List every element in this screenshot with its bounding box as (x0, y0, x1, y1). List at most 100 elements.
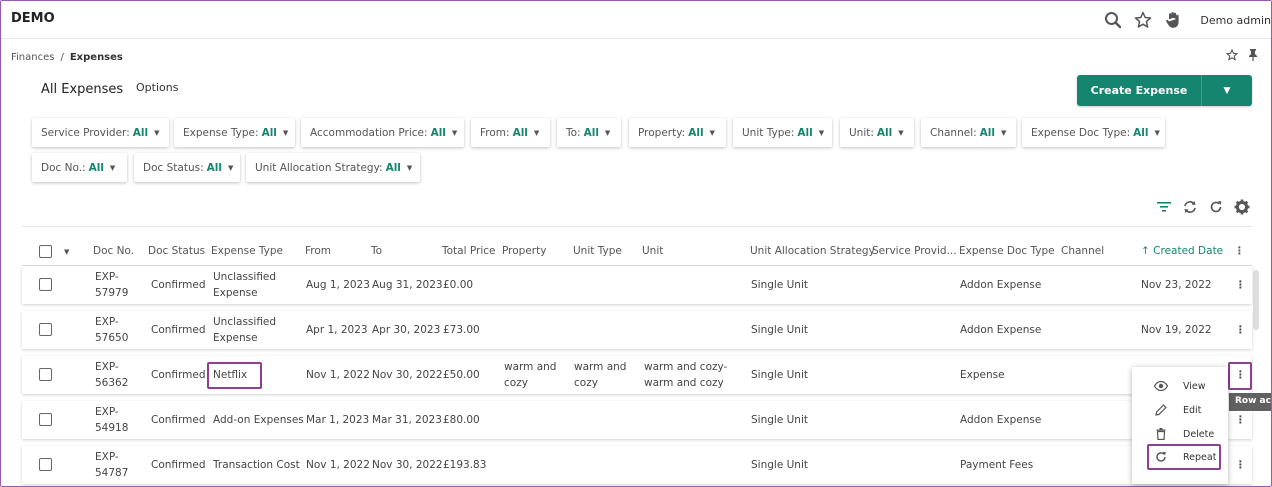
table-row[interactable]: EXP- 54787 Confirmed Transaction Cost Nov… (22, 446, 1252, 484)
trash-icon (1146, 428, 1176, 440)
unit-allocation-strategy: Single Unit (751, 414, 808, 426)
top-bar: DEMO Demo admin (1, 1, 1271, 39)
chevron-down-icon[interactable]: ▼ (64, 248, 69, 256)
favorite-star-icon[interactable] (1225, 48, 1239, 64)
filter-unit-allocation-strategy[interactable]: Unit Allocation Strategy: All ▼ (246, 153, 420, 182)
breadcrumb-separator: / (60, 52, 64, 63)
filter-value: All (688, 126, 704, 139)
row-checkbox[interactable] (39, 278, 52, 291)
user-menu[interactable]: Demo admin (1200, 14, 1271, 27)
chevron-down-icon: ▼ (1154, 128, 1160, 137)
filter-property[interactable]: Property: All ▼ (629, 118, 726, 147)
refresh-icon[interactable] (1209, 200, 1223, 217)
column-created-date[interactable]: ↑ Created Date (1141, 245, 1223, 257)
doc-status: Confirmed (151, 279, 206, 291)
options-menu[interactable]: Options (136, 81, 178, 94)
row-checkbox[interactable] (39, 368, 52, 381)
create-expense-button[interactable]: Create Expense (1077, 75, 1201, 106)
filter-icon[interactable] (1157, 201, 1171, 216)
filter-expense-doc-type[interactable]: Expense Doc Type: All ▼ (1022, 118, 1165, 147)
filter-unit-type[interactable]: Unit Type: All ▼ (733, 118, 832, 147)
chevron-down-icon: ▼ (227, 163, 234, 172)
eye-icon (1146, 381, 1176, 391)
to-date: Nov 30, 2022 (372, 459, 443, 471)
chevron-down-icon: ▼ (533, 128, 540, 137)
total-price: £0.00 (443, 279, 474, 291)
filter-service-provider[interactable]: Service Provider: All ▼ (32, 118, 169, 147)
filter-unit[interactable]: Unit: All ▼ (840, 118, 914, 147)
menu-item-label: Delete (1183, 428, 1215, 440)
column-unit[interactable]: Unit (642, 245, 663, 257)
search-icon[interactable] (1102, 9, 1124, 31)
breadcrumb-expenses: Expenses (69, 52, 123, 63)
filter-doc-status[interactable]: Doc Status: All ▼ (134, 153, 240, 182)
doc-no: EXP- 57650 (95, 316, 129, 344)
filter-value: All (132, 126, 149, 139)
column-unit-type[interactable]: Unit Type (573, 245, 622, 257)
row-checkbox[interactable] (39, 323, 52, 336)
filter-value: All (385, 161, 401, 174)
star-icon[interactable] (1132, 9, 1154, 31)
kebab-icon[interactable]: ⋮ (1235, 457, 1246, 473)
filter-label: Unit: (849, 126, 874, 139)
row-checkbox[interactable] (39, 413, 52, 426)
menu-item-delete[interactable]: Delete (1132, 423, 1228, 445)
doc-status: Confirmed (151, 459, 206, 471)
gear-icon[interactable] (1234, 199, 1250, 218)
create-expense-dropdown-button[interactable]: ▼ (1201, 75, 1252, 106)
kebab-icon[interactable]: ⋮ (1234, 245, 1245, 257)
filter-label: From: (480, 126, 510, 139)
kebab-icon[interactable]: ⋮ (1235, 277, 1246, 293)
column-to[interactable]: To (371, 245, 382, 257)
hand-icon[interactable] (1162, 9, 1184, 31)
filter-expense-type[interactable]: Expense Type: All ▼ (174, 118, 295, 147)
column-expense-type[interactable]: Expense Type (211, 245, 283, 257)
filter-doc-no[interactable]: Doc No.: All ▼ (32, 153, 127, 182)
chevron-down-icon: ▼ (109, 163, 116, 172)
total-price: £50.00 (443, 369, 480, 381)
table-row[interactable]: EXP- 57650 Confirmed Unclassified Expense … (22, 311, 1252, 349)
filter-value: All (88, 161, 104, 174)
filter-accommodation-price[interactable]: Accommodation Price: All ▼ (301, 118, 464, 147)
select-all-checkbox[interactable] (39, 245, 52, 258)
from-date: Aug 1, 2023 (306, 279, 370, 291)
filter-value: All (206, 161, 222, 174)
kebab-icon[interactable]: ⋮ (1235, 412, 1246, 428)
filter-value: All (979, 126, 995, 139)
column-unit-allocation-strategy[interactable]: Unit Allocation Strategy (750, 245, 875, 257)
column-doc-no[interactable]: Doc No. (93, 245, 134, 257)
filter-label: Expense Doc Type: (1031, 126, 1131, 139)
column-property[interactable]: Property (502, 245, 546, 257)
filter-value: All (261, 126, 277, 139)
filter-from[interactable]: From: All ▼ (471, 118, 550, 147)
column-total-price[interactable]: Total Price (442, 245, 495, 257)
table-tools (1157, 199, 1250, 218)
brand-logo[interactable]: DEMO (11, 11, 55, 26)
kebab-icon[interactable]: ⋮ (1235, 322, 1246, 338)
table-row[interactable]: EXP- 57979 Confirmed Unclassified Expense … (22, 266, 1252, 304)
expense-type: Unclassified Expense (213, 316, 277, 344)
filter-channel[interactable]: Channel: All ▼ (921, 118, 1016, 147)
pin-icon[interactable] (1248, 49, 1258, 64)
filter-to[interactable]: To: All ▼ (557, 118, 621, 147)
menu-item-view[interactable]: View (1132, 375, 1228, 397)
column-doc-status[interactable]: Doc Status (148, 245, 205, 257)
column-service-provider[interactable]: Service Provid... (872, 245, 957, 257)
to-date: Nov 30, 2022 (372, 369, 443, 381)
menu-item-edit[interactable]: Edit (1132, 399, 1228, 421)
divider (22, 226, 1252, 227)
from-date: Mar 1, 2023 (306, 414, 370, 426)
table-scrollbar[interactable] (1253, 270, 1259, 330)
column-channel[interactable]: Channel (1061, 245, 1104, 257)
column-from[interactable]: From (305, 245, 331, 257)
column-expense-doc-type[interactable]: Expense Doc Type (959, 245, 1055, 257)
menu-item-label: View (1183, 380, 1206, 392)
breadcrumb-finances[interactable]: Finances (11, 52, 54, 63)
unit-allocation-strategy: Single Unit (751, 324, 808, 336)
netflix-highlight (207, 362, 262, 389)
table-row[interactable]: EXP- 54918 Confirmed Add-on Expenses Mar … (22, 401, 1252, 439)
filter-value: All (797, 126, 813, 139)
total-price: £80.00 (443, 414, 480, 426)
row-checkbox[interactable] (39, 458, 52, 471)
sync-icon[interactable] (1182, 200, 1198, 217)
